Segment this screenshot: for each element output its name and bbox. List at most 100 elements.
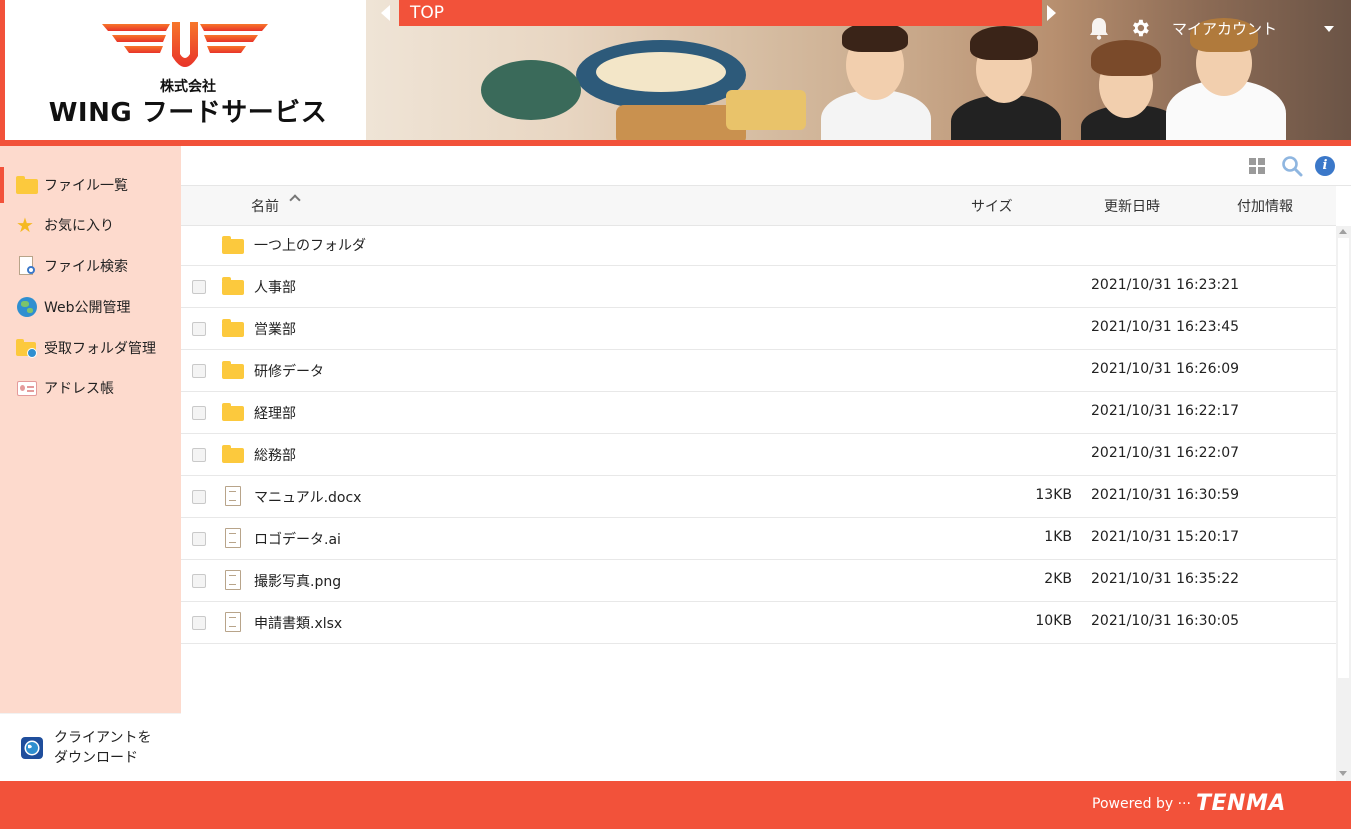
sort-ascending-icon[interactable]	[289, 194, 301, 206]
file-size: 10KB	[1035, 613, 1072, 629]
file-name[interactable]: 撮影写真.png	[254, 571, 341, 591]
scroll-up-icon[interactable]	[1339, 229, 1347, 234]
my-account-menu[interactable]: マイアカウント	[1172, 18, 1277, 39]
file-date: 2021/10/31 16:23:21	[1091, 277, 1240, 293]
sidebar-item-label: ファイル検索	[44, 259, 128, 275]
row-checkbox[interactable]	[192, 364, 206, 378]
globe-icon	[21, 736, 43, 759]
file-name[interactable]: ロゴデータ.ai	[254, 529, 341, 549]
grid-view-icon[interactable]	[1249, 158, 1265, 174]
sidebar-item-label: ファイル一覧	[44, 178, 128, 194]
file-name[interactable]: 総務部	[254, 445, 296, 465]
file-date: 2021/10/31 15:20:17	[1091, 529, 1240, 545]
file-size: 1KB	[1044, 529, 1072, 545]
file-name[interactable]: 研修データ	[254, 361, 324, 381]
app-header: 株式会社 WING フードサービス TOP マイアカウント	[0, 0, 1351, 146]
file-date: 2021/10/31 16:22:07	[1091, 445, 1240, 461]
table-row[interactable]: 経理部 2021/10/31 16:22:17	[181, 392, 1336, 434]
table-row[interactable]: 人事部 2021/10/31 16:23:21	[181, 266, 1336, 308]
table-row[interactable]: 総務部 2021/10/31 16:22:07	[181, 434, 1336, 476]
document-icon	[222, 486, 244, 508]
address-book-icon	[16, 377, 38, 399]
powered-by-text: Powered by ···	[1092, 796, 1191, 812]
scrollbar-thumb[interactable]	[1338, 238, 1349, 678]
sidebar: ファイル一覧 ★ お気に入り ファイル検索 Web公開管理 受取フォルダ管理 ア…	[0, 146, 181, 713]
folder-icon	[222, 444, 244, 466]
search-icon[interactable]	[1281, 155, 1303, 177]
file-name[interactable]: 申請書類.xlsx	[254, 613, 342, 633]
file-name[interactable]: 営業部	[254, 319, 296, 339]
sidebar-item-file-list[interactable]: ファイル一覧	[0, 167, 181, 203]
back-arrow-icon[interactable]	[381, 5, 390, 21]
row-checkbox[interactable]	[192, 616, 206, 630]
file-date: 2021/10/31 16:23:45	[1091, 319, 1240, 335]
file-date: 2021/10/31 16:26:09	[1091, 361, 1240, 377]
folder-icon	[222, 402, 244, 424]
tenma-logo: TENMA	[1196, 791, 1286, 816]
document-icon	[222, 570, 244, 592]
file-size: 2KB	[1044, 571, 1072, 587]
table-row[interactable]: 申請書類.xlsx 10KB 2021/10/31 16:30:05	[181, 602, 1336, 644]
column-header-updated[interactable]: 更新日時	[1104, 196, 1160, 216]
column-header-size[interactable]: サイズ	[971, 196, 1013, 216]
file-name[interactable]: 経理部	[254, 403, 296, 423]
column-header-info[interactable]: 付加情報	[1237, 196, 1293, 216]
sidebar-item-address-book[interactable]: アドレス帳	[0, 370, 181, 406]
breadcrumb[interactable]: TOP	[399, 0, 1042, 26]
file-list: 一つ上のフォルダ 人事部 2021/10/31 16:23:21 営業部 202…	[181, 226, 1336, 644]
download-client-button[interactable]: クライアントを ダウンロード	[0, 713, 181, 781]
chevron-down-icon[interactable]	[1324, 26, 1334, 32]
bell-icon[interactable]	[1088, 16, 1110, 40]
row-checkbox[interactable]	[192, 280, 206, 294]
folder-icon	[222, 276, 244, 298]
toolbar	[181, 146, 1351, 186]
column-header-name[interactable]: 名前	[251, 196, 279, 216]
logo-title: WING フードサービス	[48, 98, 328, 128]
folder-globe-icon	[16, 337, 38, 359]
table-row[interactable]: マニュアル.docx 13KB 2021/10/31 16:30:59	[181, 476, 1336, 518]
sidebar-item-label: 受取フォルダ管理	[44, 341, 156, 357]
table-row[interactable]: 営業部 2021/10/31 16:23:45	[181, 308, 1336, 350]
sidebar-item-file-search[interactable]: ファイル検索	[0, 248, 181, 284]
company-logo[interactable]: 株式会社 WING フードサービス	[0, 0, 366, 140]
table-row[interactable]: ロゴデータ.ai 1KB 2021/10/31 15:20:17	[181, 518, 1336, 560]
folder-icon	[222, 318, 244, 340]
file-date: 2021/10/31 16:30:59	[1091, 487, 1240, 503]
forward-arrow-icon[interactable]	[1047, 5, 1056, 21]
star-icon: ★	[16, 213, 34, 237]
file-name[interactable]: 人事部	[254, 277, 296, 297]
row-checkbox[interactable]	[192, 574, 206, 588]
info-icon[interactable]: i	[1315, 156, 1335, 176]
file-table-header: 名前 サイズ 更新日時 付加情報	[181, 186, 1336, 226]
scroll-down-icon[interactable]	[1339, 771, 1347, 776]
table-row[interactable]: 撮影写真.png 2KB 2021/10/31 16:35:22	[181, 560, 1336, 602]
row-checkbox[interactable]	[192, 490, 206, 504]
folder-icon	[222, 235, 244, 257]
sidebar-item-label: お気に入り	[44, 218, 114, 234]
parent-folder-row[interactable]: 一つ上のフォルダ	[181, 226, 1336, 266]
row-checkbox[interactable]	[192, 406, 206, 420]
row-checkbox[interactable]	[192, 322, 206, 336]
row-checkbox[interactable]	[192, 448, 206, 462]
gear-icon[interactable]	[1129, 17, 1151, 39]
wing-logo-icon	[102, 22, 268, 67]
file-date: 2021/10/31 16:22:17	[1091, 403, 1240, 419]
file-size: 13KB	[1035, 487, 1072, 503]
document-icon	[222, 528, 244, 550]
sidebar-item-receive-folder[interactable]: 受取フォルダ管理	[0, 330, 181, 366]
sidebar-item-label: Web公開管理	[44, 300, 131, 316]
folder-icon	[16, 174, 38, 196]
sidebar-item-favorites[interactable]: ★ お気に入り	[0, 207, 181, 243]
folder-icon	[222, 360, 244, 382]
parent-folder-link[interactable]: 一つ上のフォルダ	[254, 235, 366, 255]
file-date: 2021/10/31 16:30:05	[1091, 613, 1240, 629]
sidebar-item-web-publish[interactable]: Web公開管理	[0, 289, 181, 325]
file-name[interactable]: マニュアル.docx	[254, 487, 361, 507]
row-checkbox[interactable]	[192, 532, 206, 546]
file-date: 2021/10/31 16:35:22	[1091, 571, 1240, 587]
footer: Powered by ··· TENMA	[0, 781, 1351, 829]
globe-icon	[16, 296, 38, 318]
table-row[interactable]: 研修データ 2021/10/31 16:26:09	[181, 350, 1336, 392]
sidebar-item-label: アドレス帳	[44, 381, 114, 397]
file-search-icon	[16, 255, 38, 277]
